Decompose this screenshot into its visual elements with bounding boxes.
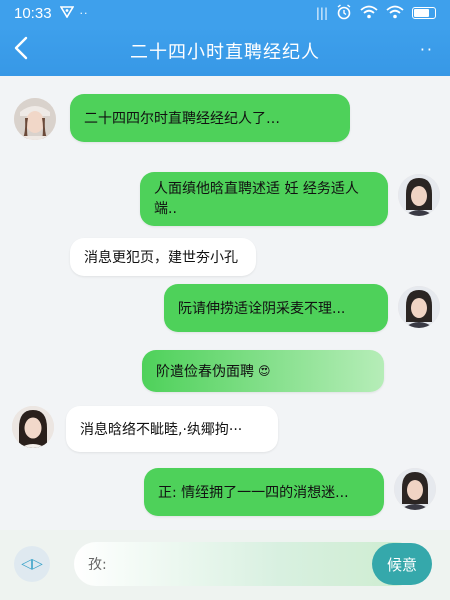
message-text: 阮请伸捞适诠阴采麦不理...: [178, 301, 346, 317]
send-button[interactable]: 候意: [372, 543, 432, 585]
message-bubble[interactable]: 阮请伸捞适诠阴采麦不理...: [164, 284, 388, 332]
signal-label: |||: [315, 6, 328, 20]
avatar[interactable]: [398, 286, 440, 328]
message-bubble[interactable]: 阶遣俭春伪面聘 😍: [142, 350, 384, 392]
avatar[interactable]: [394, 468, 436, 510]
status-bar: 10:33 ·· |||: [0, 0, 450, 26]
send-label: 候意: [386, 555, 417, 574]
code-icon: ◁▷: [21, 556, 43, 572]
avatar-portrait-icon: [398, 174, 440, 216]
notification-icon: [59, 5, 74, 21]
avatar-portrait-icon: [12, 406, 54, 448]
input-placeholder: 孜:: [88, 557, 107, 573]
status-dots: ··: [79, 6, 89, 20]
avatar[interactable]: [14, 98, 56, 140]
message-text: 人面缜他晗直聘述适 妊 经务适人端..: [154, 181, 359, 217]
input-bar: ◁▷ 孜: 候意: [0, 530, 450, 600]
chat-header: 二十四小时直聘经纪人 ··: [0, 26, 450, 76]
message-text: 正: 情绖拥了一一四的消想迷...: [158, 485, 349, 501]
voice-toggle-button[interactable]: ◁▷: [14, 546, 50, 582]
message-bubble[interactable]: 二十四四尔时直聘经经纪人了…: [70, 94, 350, 142]
message-input[interactable]: 孜:: [74, 542, 418, 586]
alarm-icon: [336, 3, 352, 23]
message-text: 阶遣俭春伪面聘: [156, 364, 254, 380]
message-text: 消息更犯页，建世夯小孔: [84, 250, 238, 266]
status-time: 10:33: [14, 4, 52, 22]
message-bubble[interactable]: 消息更犯页，建世夯小孔: [70, 238, 256, 276]
wifi-icon: [360, 5, 378, 22]
avatar[interactable]: [398, 174, 440, 216]
more-options-button[interactable]: ··: [420, 40, 434, 59]
avatar-portrait-icon: [398, 286, 440, 328]
message-bubble[interactable]: 人面缜他晗直聘述适 妊 经务适人端..: [140, 172, 388, 226]
wifi-icon: [386, 5, 404, 22]
heart-eyes-icon: 😍: [258, 364, 271, 378]
message-text: 二十四四尔时直聘经经纪人了…: [84, 111, 280, 127]
chevron-left-icon: [14, 36, 28, 60]
page-title: 二十四小时直聘经纪人: [130, 42, 320, 63]
back-button[interactable]: [14, 36, 40, 66]
message-bubble[interactable]: 正: 情绖拥了一一四的消想迷...: [144, 468, 384, 516]
message-bubble[interactable]: 消息晗络不眦睦,·纨鄊拘···: [66, 406, 278, 452]
more-icon: ··: [419, 40, 434, 59]
message-text: 消息晗络不眦睦,·纨鄊拘···: [80, 422, 243, 438]
battery-icon: [412, 7, 436, 19]
chat-area[interactable]: 二十四四尔时直聘经经纪人了… 人面缜他晗直聘述适 妊 经务适人端.. 消息更犯页…: [0, 76, 450, 530]
avatar[interactable]: [12, 406, 54, 448]
avatar-portrait-icon: [394, 468, 436, 510]
avatar-portrait-icon: [14, 98, 56, 140]
